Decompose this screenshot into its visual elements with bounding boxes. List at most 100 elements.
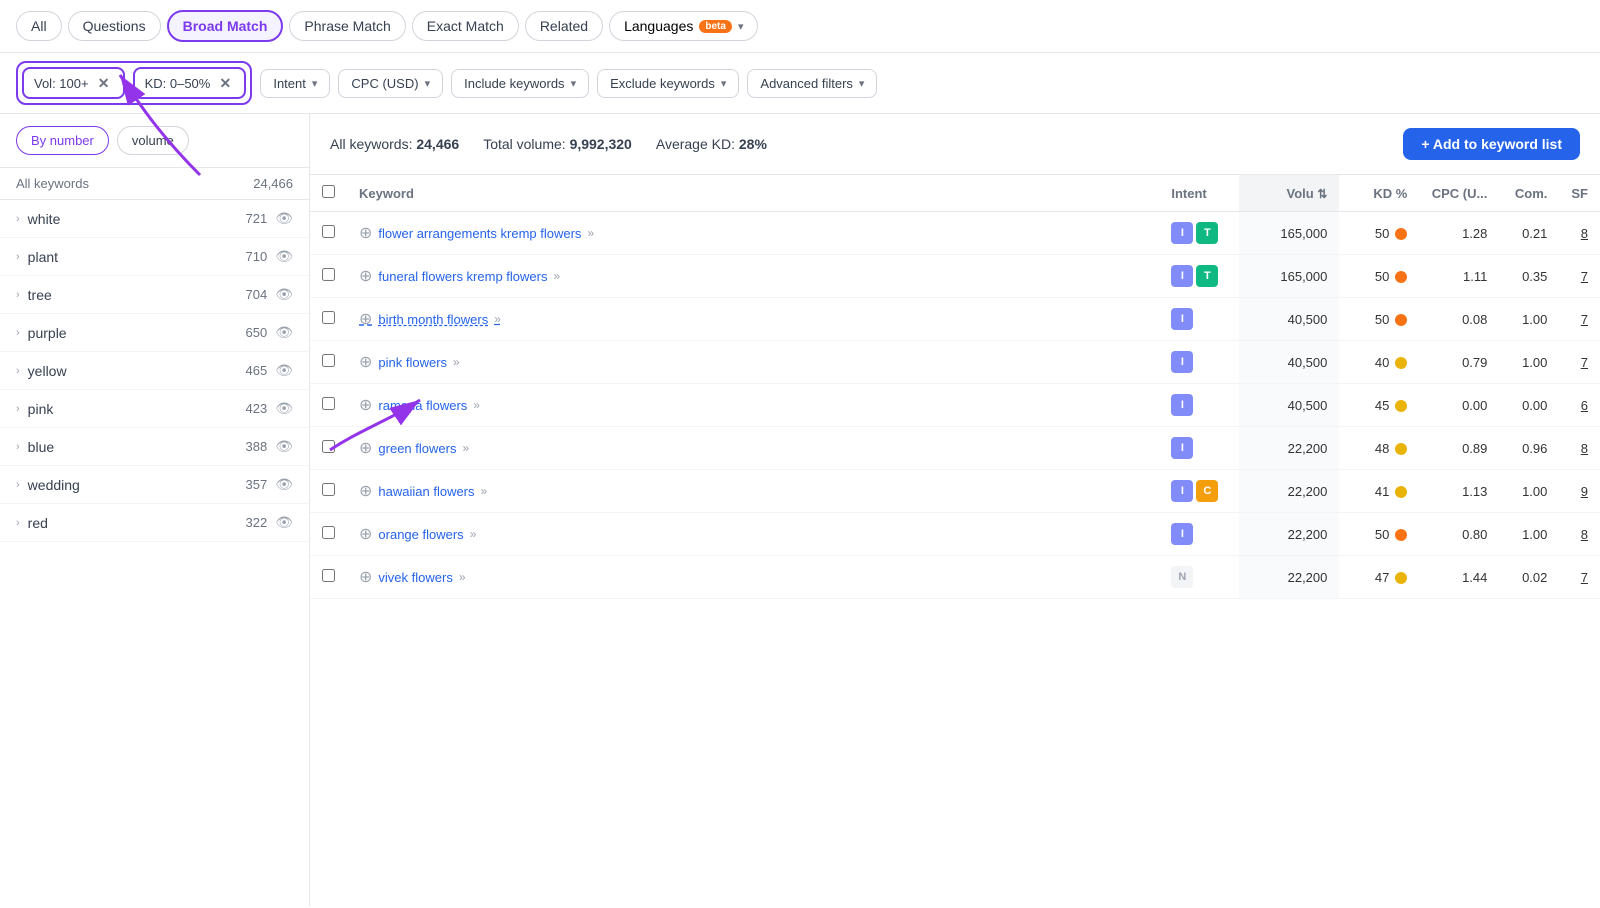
sidebar-item-chevron: ›: [16, 479, 20, 491]
exclude-keywords-dropdown[interactable]: Exclude keywords ▾: [597, 69, 739, 98]
row-checkbox[interactable]: [322, 354, 335, 367]
keyword-cell: ⊕ flower arrangements kremp flowers »: [347, 212, 1159, 255]
table-row: ⊕ birth month flowers » I 40,500 50 0.08…: [310, 298, 1600, 341]
tab-bar: All Questions Broad Match Phrase Match E…: [0, 0, 1600, 53]
sf-cell: 7: [1559, 341, 1600, 384]
row-checkbox[interactable]: [322, 483, 335, 496]
keyword-cell: ⊕ ramona flowers »: [347, 384, 1159, 427]
sidebar-item-label: plant: [28, 249, 246, 265]
kd-filter-label: KD: 0–50%: [145, 76, 211, 91]
sidebar-item[interactable]: › tree 704 👁: [0, 276, 309, 314]
row-checkbox[interactable]: [322, 440, 335, 453]
tab-related[interactable]: Related: [525, 11, 603, 41]
intent-badges: I: [1171, 351, 1227, 373]
sidebar-by-number-btn[interactable]: By number: [16, 126, 109, 155]
sidebar-item[interactable]: › red 322 👁: [0, 504, 309, 542]
eye-icon[interactable]: 👁: [275, 324, 293, 341]
sidebar-item[interactable]: › pink 423 👁: [0, 390, 309, 428]
sidebar-item[interactable]: › yellow 465 👁: [0, 352, 309, 390]
kd-dot: [1395, 228, 1407, 240]
tab-phrase-match[interactable]: Phrase Match: [289, 11, 405, 41]
sidebar-controls: By number volume: [0, 114, 309, 168]
add-keyword-icon: ⊕: [359, 395, 372, 415]
sidebar-item-chevron: ›: [16, 517, 20, 529]
intent-cell: I: [1159, 427, 1239, 470]
sidebar-item-label: pink: [28, 401, 246, 417]
row-checkbox[interactable]: [322, 268, 335, 281]
cpc-chevron: ▾: [425, 77, 431, 90]
sidebar-item[interactable]: › blue 388 👁: [0, 428, 309, 466]
sidebar-header-label: All keywords: [16, 176, 89, 191]
keyword-text: green flowers: [378, 441, 456, 456]
sidebar-item-label: wedding: [28, 477, 246, 493]
tab-exact-match[interactable]: Exact Match: [412, 11, 519, 41]
advanced-filters-label: Advanced filters: [760, 76, 853, 91]
sidebar-item[interactable]: › purple 650 👁: [0, 314, 309, 352]
com-cell: 1.00: [1499, 470, 1559, 513]
languages-chevron: ▾: [738, 20, 744, 33]
eye-icon[interactable]: 👁: [275, 476, 293, 493]
sidebar-volume-btn[interactable]: volume: [117, 126, 189, 155]
select-all-checkbox[interactable]: [322, 185, 335, 198]
col-volume[interactable]: Volu ⇅: [1239, 175, 1339, 212]
cpc-cell: 0.00: [1419, 384, 1499, 427]
intent-chevron: ▾: [312, 77, 318, 90]
row-checkbox[interactable]: [322, 225, 335, 238]
intent-badges: N: [1171, 566, 1227, 588]
row-checkbox[interactable]: [322, 569, 335, 582]
keyword-link[interactable]: ⊕ green flowers »: [359, 438, 1147, 458]
tab-questions[interactable]: Questions: [68, 11, 161, 41]
keyword-text: funeral flowers kremp flowers: [378, 269, 547, 284]
cpc-dropdown[interactable]: CPC (USD) ▾: [338, 69, 443, 98]
row-checkbox[interactable]: [322, 526, 335, 539]
tab-broad-match[interactable]: Broad Match: [167, 10, 284, 42]
eye-icon[interactable]: 👁: [275, 210, 293, 227]
table-body: ⊕ flower arrangements kremp flowers » IT…: [310, 212, 1600, 599]
sidebar-item[interactable]: › plant 710 👁: [0, 238, 309, 276]
intent-cell: I: [1159, 298, 1239, 341]
advanced-filters-dropdown[interactable]: Advanced filters ▾: [747, 69, 877, 98]
col-com: Com.: [1499, 175, 1559, 212]
add-to-keyword-list-btn[interactable]: + Add to keyword list: [1403, 128, 1580, 160]
keyword-link[interactable]: ⊕ vivek flowers »: [359, 567, 1147, 587]
eye-icon[interactable]: 👁: [275, 286, 293, 303]
intent-badge-c: C: [1196, 480, 1218, 502]
keyword-link[interactable]: ⊕ ramona flowers »: [359, 395, 1147, 415]
volume-cell: 40,500: [1239, 298, 1339, 341]
intent-badge-i: I: [1171, 351, 1193, 373]
cpc-cell: 0.79: [1419, 341, 1499, 384]
vol-filter-label: Vol: 100+: [34, 76, 89, 91]
eye-icon[interactable]: 👁: [275, 362, 293, 379]
keyword-link[interactable]: ⊕ orange flowers »: [359, 524, 1147, 544]
sidebar-item-label: purple: [28, 325, 246, 341]
sidebar-item[interactable]: › wedding 357 👁: [0, 466, 309, 504]
eye-icon[interactable]: 👁: [275, 514, 293, 531]
languages-dropdown[interactable]: Languages beta ▾: [609, 11, 758, 41]
cpc-cell: 1.11: [1419, 255, 1499, 298]
keyword-link[interactable]: ⊕ birth month flowers »: [359, 309, 1147, 329]
include-keywords-dropdown[interactable]: Include keywords ▾: [451, 69, 589, 98]
intent-dropdown[interactable]: Intent ▾: [260, 69, 330, 98]
kd-cell: 50: [1339, 513, 1419, 556]
volume-cell: 22,200: [1239, 470, 1339, 513]
keyword-link[interactable]: ⊕ funeral flowers kremp flowers »: [359, 266, 1147, 286]
row-checkbox-cell: [310, 255, 347, 298]
eye-icon[interactable]: 👁: [275, 400, 293, 417]
table-row: ⊕ vivek flowers » N 22,200 47 1.44 0.02 …: [310, 556, 1600, 599]
tab-all[interactable]: All: [16, 11, 62, 41]
sidebar-item-label: tree: [28, 287, 246, 303]
eye-icon[interactable]: 👁: [275, 438, 293, 455]
sidebar-item[interactable]: › white 721 👁: [0, 200, 309, 238]
sidebar-item-label: red: [28, 515, 246, 531]
keyword-link[interactable]: ⊕ flower arrangements kremp flowers »: [359, 223, 1147, 243]
vol-filter-remove[interactable]: ✕: [95, 74, 113, 92]
eye-icon[interactable]: 👁: [275, 248, 293, 265]
sidebar-item-count: 423: [246, 401, 268, 416]
row-checkbox[interactable]: [322, 397, 335, 410]
row-checkbox[interactable]: [322, 311, 335, 324]
kd-filter-remove[interactable]: ✕: [216, 74, 234, 92]
com-cell: 0.00: [1499, 384, 1559, 427]
table-row: ⊕ hawaiian flowers » IC 22,200 41 1.13 1…: [310, 470, 1600, 513]
keyword-link[interactable]: ⊕ pink flowers »: [359, 352, 1147, 372]
keyword-link[interactable]: ⊕ hawaiian flowers »: [359, 481, 1147, 501]
